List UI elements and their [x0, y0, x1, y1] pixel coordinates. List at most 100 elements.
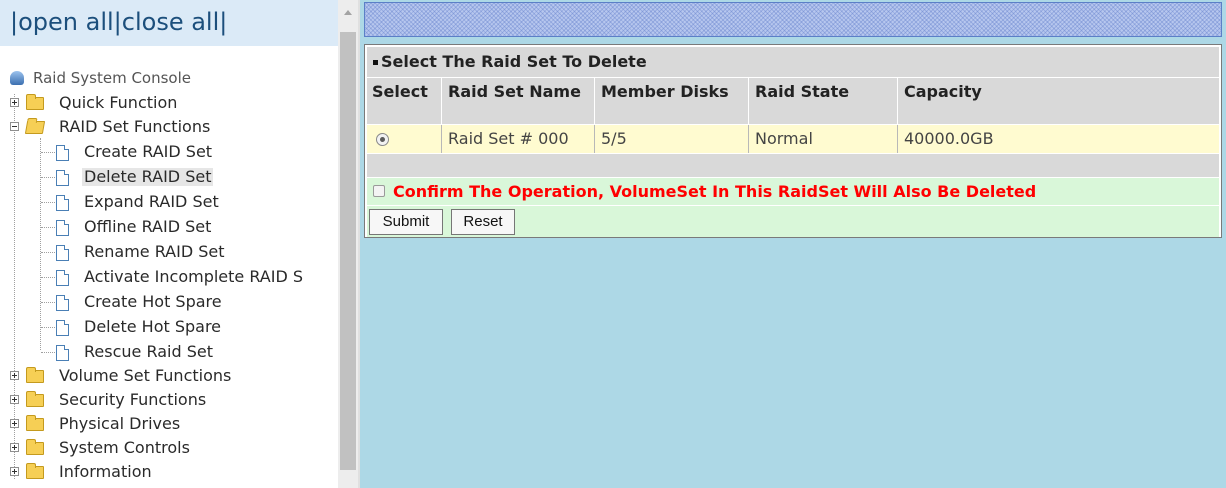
open-close-links: |open all|close all| — [0, 0, 338, 46]
page-icon — [56, 220, 69, 236]
form-title: Select The Raid Set To Delete — [381, 52, 647, 71]
page-icon — [56, 195, 69, 211]
reset-button[interactable]: Reset — [451, 209, 515, 235]
tree-connector — [41, 227, 55, 228]
link-separator: | — [113, 8, 122, 36]
column-header-raid-state: Raid State — [750, 78, 898, 124]
folder-icon — [26, 367, 44, 383]
collapse-minus-icon[interactable] — [10, 122, 19, 131]
confirm-row: Confirm The Operation, VolumeSet In This… — [367, 178, 1219, 205]
tree-item-label: Delete RAID Set — [82, 167, 214, 186]
tree-root[interactable]: Raid System Console — [0, 66, 338, 91]
scrollbar-thumb[interactable] — [340, 32, 356, 470]
tree-connector — [41, 277, 55, 278]
expand-plus-icon[interactable] — [10, 371, 19, 380]
tree-item-delete-raid-set[interactable]: Delete RAID Set — [0, 165, 338, 190]
confirm-checkbox[interactable] — [373, 185, 385, 197]
folder-icon — [26, 439, 44, 455]
tree-connector — [41, 152, 55, 153]
table-header-row: Select Raid Set Name Member Disks Raid S… — [367, 78, 1219, 124]
table-row: Raid Set # 000 5/5 Normal 40000.0GB — [367, 125, 1219, 153]
column-header-raid-set-name: Raid Set Name — [443, 78, 595, 124]
confirm-label: Confirm The Operation, VolumeSet In This… — [393, 182, 1037, 201]
tree-item-label: Quick Function — [59, 93, 178, 112]
open-all-link[interactable]: open all — [18, 8, 114, 36]
select-cell — [367, 125, 442, 153]
tree-item-label: Offline RAID Set — [84, 217, 212, 236]
tree-item-label: Volume Set Functions — [59, 366, 232, 385]
tree-item-expand-raid-set[interactable]: Expand RAID Set — [0, 190, 338, 215]
raid-set-name-cell: Raid Set # 000 — [443, 125, 595, 153]
expand-plus-icon[interactable] — [10, 443, 19, 452]
page-icon — [56, 145, 69, 161]
tree-item-label: System Controls — [59, 438, 190, 457]
tree-item-delete-hot-spare[interactable]: Delete Hot Spare — [0, 315, 338, 340]
tree-item-offline-raid-set[interactable]: Offline RAID Set — [0, 215, 338, 240]
tree-connector — [41, 202, 55, 203]
tree-item-rename-raid-set[interactable]: Rename RAID Set — [0, 240, 338, 265]
folder-icon — [26, 463, 44, 479]
scroll-up-arrow-icon[interactable] — [338, 0, 358, 30]
column-header-select: Select — [367, 78, 442, 124]
link-separator: | — [10, 8, 19, 36]
submit-button[interactable]: Submit — [369, 209, 443, 235]
button-row: Submit Reset — [367, 206, 1219, 237]
page-icon — [56, 295, 69, 311]
tree-item-label: Security Functions — [59, 390, 207, 409]
form-title-row: Select The Raid Set To Delete — [367, 47, 1219, 77]
tree-connector — [41, 252, 55, 253]
vertical-scrollbar[interactable] — [338, 0, 358, 488]
tree-item-label: Expand RAID Set — [84, 192, 219, 211]
tree-item-quick-function[interactable]: Quick Function — [0, 91, 338, 116]
tree-item-raid-set-functions[interactable]: RAID Set Functions — [0, 115, 338, 140]
tree-item-create-raid-set[interactable]: Create RAID Set — [0, 140, 338, 165]
delete-raid-set-form: Select The Raid Set To Delete Select Rai… — [364, 44, 1222, 238]
expand-plus-icon[interactable] — [10, 419, 19, 428]
tree-root-label: Raid System Console — [33, 69, 191, 87]
expand-plus-icon[interactable] — [10, 395, 19, 404]
page-icon — [56, 270, 69, 286]
navigation-frame: |open all|close all| Raid System Console… — [0, 0, 358, 488]
column-header-capacity: Capacity — [904, 82, 982, 101]
tree-item-rescue-raid-set[interactable]: Rescue Raid Set — [0, 340, 338, 365]
folder-icon — [26, 415, 44, 431]
tree-item-label: Create Hot Spare — [84, 292, 222, 311]
page-icon — [56, 345, 69, 361]
tree-item-create-hot-spare[interactable]: Create Hot Spare — [0, 290, 338, 315]
expand-plus-icon[interactable] — [10, 98, 19, 107]
folder-icon — [26, 94, 44, 110]
tree-item-activate-incomplete-raid-set[interactable]: Activate Incomplete RAID S — [0, 265, 338, 290]
member-disks-cell: 5/5 — [596, 125, 749, 153]
tree-connector — [41, 302, 55, 303]
tree-item-information[interactable]: Information — [0, 460, 338, 485]
tree-item-label: Rescue Raid Set — [84, 342, 213, 361]
navigation-tree: Raid System Console Quick Function RAID … — [0, 46, 338, 488]
tree-item-label: Activate Incomplete RAID S — [84, 267, 304, 286]
page-icon — [56, 245, 69, 261]
tree-item-system-controls[interactable]: System Controls — [0, 436, 338, 461]
tree-connector — [41, 352, 55, 353]
tree-item-label: Rename RAID Set — [84, 242, 225, 261]
tree-item-label: Create RAID Set — [84, 142, 213, 161]
column-header-member-disks: Member Disks — [596, 78, 749, 124]
tree-item-physical-drives[interactable]: Physical Drives — [0, 412, 338, 437]
content-frame: Select The Raid Set To Delete Select Rai… — [358, 0, 1226, 488]
tree-item-label: Information — [59, 462, 152, 481]
raid-state-cell: Normal — [750, 125, 898, 153]
link-separator: | — [219, 8, 228, 36]
raid-console-icon — [10, 71, 24, 85]
raid-set-radio[interactable] — [376, 133, 389, 146]
tree-item-security-functions[interactable]: Security Functions — [0, 388, 338, 413]
table-spacer-row — [367, 154, 1219, 177]
close-all-link[interactable]: close all — [122, 8, 220, 36]
page-icon — [56, 320, 69, 336]
open-folder-icon — [24, 121, 46, 134]
header-banner — [364, 2, 1222, 37]
expand-plus-icon[interactable] — [10, 467, 19, 476]
tree-item-volume-set-functions[interactable]: Volume Set Functions — [0, 364, 338, 389]
page-icon — [56, 170, 69, 186]
capacity-cell: 40000.0GB — [904, 129, 994, 148]
tree-item-label: Physical Drives — [59, 414, 181, 433]
tree-connector — [41, 327, 55, 328]
tree-item-label: Delete Hot Spare — [84, 317, 222, 336]
